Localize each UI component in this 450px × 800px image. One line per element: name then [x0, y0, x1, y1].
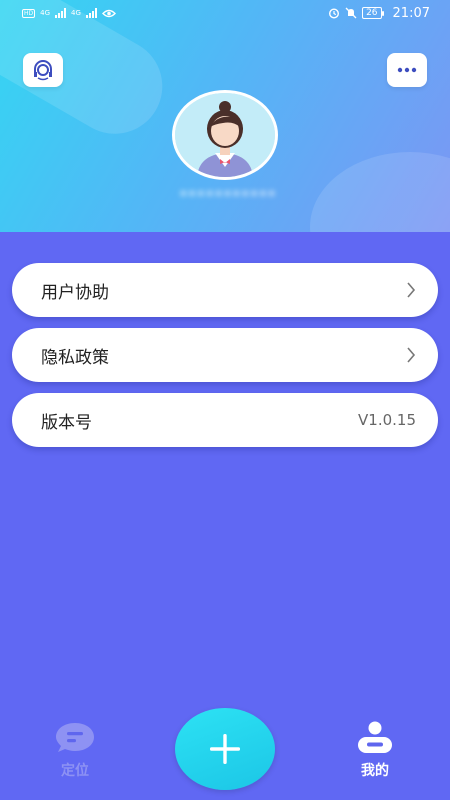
- battery-level: 26: [366, 8, 378, 18]
- alarm-icon: [329, 8, 340, 19]
- menu-item-label: 版本号: [41, 412, 92, 433]
- user-avatar[interactable]: [172, 90, 278, 180]
- menu-item-version[interactable]: 版本号 V1.0.15: [12, 393, 438, 447]
- network-type: 4G: [71, 8, 81, 17]
- clock: 21:07: [392, 5, 430, 21]
- mute-icon: [345, 7, 357, 19]
- version-number: V1.0.15: [358, 411, 416, 429]
- signal-icon: [85, 8, 97, 18]
- headset-icon: [34, 60, 52, 81]
- profile-header: •••••••••••: [0, 0, 450, 232]
- nav-tab-label: 定位: [61, 763, 89, 779]
- user-icon: [358, 721, 392, 753]
- nav-tab-mine[interactable]: 我的: [345, 720, 405, 790]
- plus-icon: [210, 734, 240, 764]
- signal-icon: [55, 8, 67, 18]
- nav-tab-locate[interactable]: 定位: [45, 720, 105, 790]
- menu-item-user-help[interactable]: 用户协助: [12, 263, 438, 317]
- hd-badge: HD: [22, 8, 36, 18]
- username: •••••••••••: [178, 185, 277, 203]
- chevron-right-icon: [407, 282, 416, 298]
- customer-support-button[interactable]: [23, 53, 63, 87]
- nav-tab-label: 我的: [361, 763, 389, 779]
- avatar-illustration: [175, 93, 275, 177]
- battery-icon: 26: [362, 7, 385, 19]
- add-button[interactable]: [175, 708, 275, 790]
- more-options-button[interactable]: [387, 53, 427, 87]
- menu-item-label: 隐私政策: [41, 347, 109, 368]
- header-decoration: [310, 152, 450, 232]
- network-type: 4G: [40, 8, 51, 17]
- chat-bubble-icon: [56, 723, 94, 752]
- menu-item-privacy-policy[interactable]: 隐私政策: [12, 328, 438, 382]
- eye-icon: [101, 9, 116, 17]
- menu-item-label: 用户协助: [41, 282, 109, 303]
- chevron-right-icon: [407, 347, 416, 363]
- status-bar: HD 4G 4G 26 21:07: [0, 0, 450, 26]
- ellipsis-icon: [397, 67, 417, 73]
